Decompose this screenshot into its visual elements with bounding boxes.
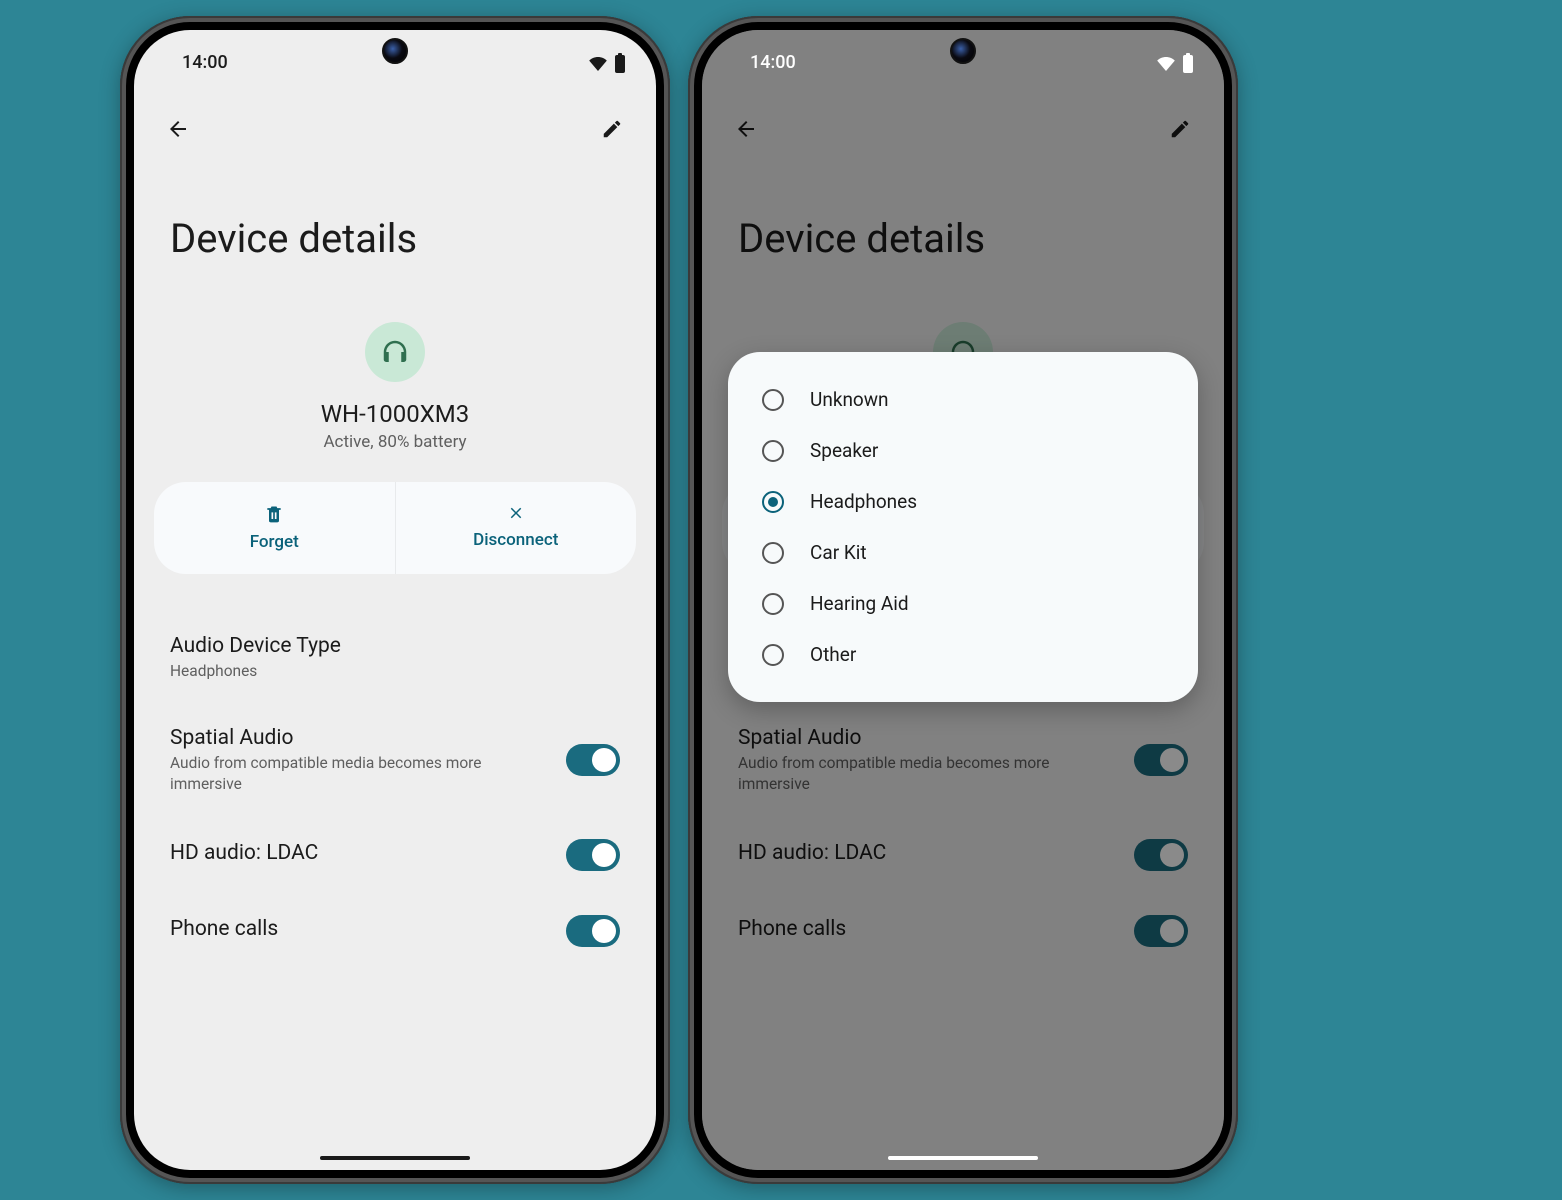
radio-option-speaker[interactable]: Speaker (728, 425, 1198, 476)
audio-type-row[interactable]: Audio Device Type Headphones (134, 612, 656, 704)
back-button[interactable] (164, 115, 192, 143)
headphones-icon (380, 337, 410, 367)
spatial-toggle[interactable] (566, 744, 620, 776)
audio-type-title: Audio Device Type (170, 634, 600, 658)
phone-calls-row[interactable]: Phone calls (134, 893, 656, 969)
hd-toggle[interactable] (566, 839, 620, 871)
radio-icon (762, 542, 784, 564)
front-camera (382, 38, 408, 64)
top-bar (134, 81, 656, 143)
radio-label: Car Kit (810, 541, 867, 564)
hd-title: HD audio: LDAC (170, 841, 546, 865)
home-indicator[interactable] (320, 1156, 470, 1160)
spatial-audio-row[interactable]: Spatial Audio Audio from compatible medi… (134, 704, 656, 817)
forget-button[interactable]: Forget (154, 482, 395, 574)
action-row: Forget Disconnect (154, 482, 636, 574)
hd-audio-row[interactable]: HD audio: LDAC (134, 817, 656, 893)
radio-label: Other (810, 643, 856, 666)
device-icon-circle (365, 322, 425, 382)
radio-icon (762, 440, 784, 462)
calls-title: Phone calls (170, 917, 546, 941)
radio-icon (762, 491, 784, 513)
battery-icon (1182, 53, 1194, 73)
device-header: WH-1000XM3 Active, 80% battery (134, 282, 656, 482)
screen: 14:00 Device details (134, 30, 656, 1170)
radio-option-headphones[interactable]: Headphones (728, 476, 1198, 527)
disconnect-label: Disconnect (473, 530, 558, 550)
wifi-icon (1156, 55, 1176, 71)
radio-icon (762, 593, 784, 615)
device-name: WH-1000XM3 (134, 400, 656, 428)
radio-option-unknown[interactable]: Unknown (728, 374, 1198, 425)
device-status: Active, 80% battery (134, 432, 656, 452)
spatial-sub: Audio from compatible media becomes more… (170, 753, 546, 795)
battery-icon (614, 53, 626, 73)
page-title: Device details (134, 143, 656, 282)
home-indicator[interactable] (888, 1156, 1038, 1160)
audio-type-value: Headphones (170, 661, 600, 682)
radio-label: Speaker (810, 439, 878, 462)
audio-type-dialog: Unknown Speaker Headphones Car Kit Hearing A… (728, 352, 1198, 702)
status-time: 14:00 (750, 52, 796, 73)
close-icon (507, 504, 525, 522)
edit-button[interactable] (598, 115, 626, 143)
status-time: 14:00 (182, 52, 228, 73)
wifi-icon (588, 55, 608, 71)
spatial-title: Spatial Audio (170, 726, 546, 750)
radio-icon (762, 389, 784, 411)
radio-option-hearing-aid[interactable]: Hearing Aid (728, 578, 1198, 629)
screen: 14:00 Device details (702, 30, 1224, 1170)
forget-label: Forget (250, 532, 299, 552)
radio-option-other[interactable]: Other (728, 629, 1198, 680)
radio-label: Hearing Aid (810, 592, 909, 615)
phone-frame-left: 14:00 Device details (120, 16, 670, 1184)
radio-icon (762, 644, 784, 666)
calls-toggle[interactable] (566, 915, 620, 947)
radio-label: Headphones (810, 490, 917, 513)
status-bar: 14:00 (702, 30, 1224, 81)
disconnect-button[interactable]: Disconnect (395, 482, 637, 574)
radio-label: Unknown (810, 388, 889, 411)
trash-icon (264, 504, 284, 524)
radio-option-car-kit[interactable]: Car Kit (728, 527, 1198, 578)
phone-frame-right: 14:00 Device details (688, 16, 1238, 1184)
